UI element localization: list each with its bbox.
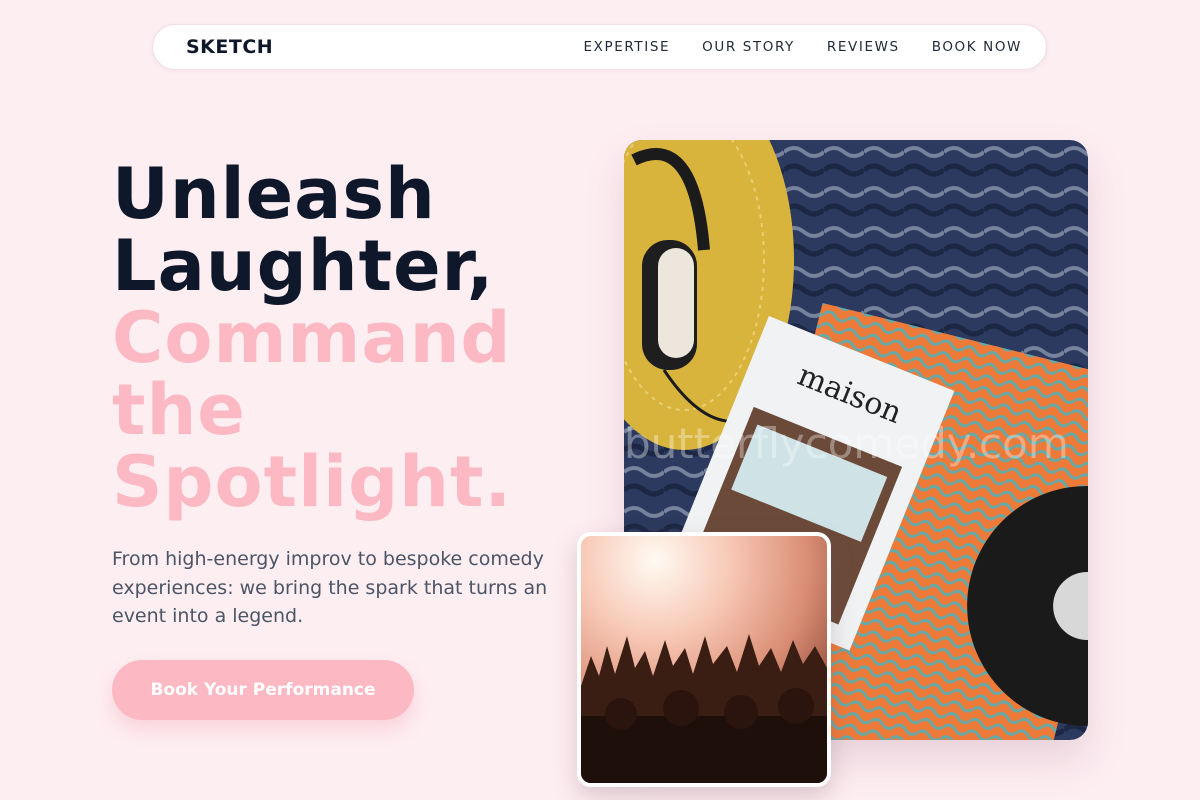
hero-headline: Unleash Laughter, Command the Spotlight. — [112, 158, 582, 518]
nav-link-expertise[interactable]: EXPERTISE — [584, 39, 671, 55]
nav-links: EXPERTISE OUR STORY REVIEWS BOOK NOW — [584, 39, 1022, 55]
headline-line: Unleash — [112, 153, 436, 235]
nav-link-our-story[interactable]: OUR STORY — [702, 39, 795, 55]
headline-line-accent: the — [112, 369, 246, 451]
svg-text:butterflycomedy.com: butterflycomedy.com — [624, 419, 1069, 468]
headline-line-accent: Spotlight. — [112, 441, 513, 523]
hero-lede: From high-energy improv to bespoke comed… — [112, 548, 548, 627]
nav-link-reviews[interactable]: REVIEWS — [827, 39, 900, 55]
top-nav: SKETCH EXPERTISE OUR STORY REVIEWS BOOK … — [152, 24, 1047, 70]
book-performance-button[interactable]: Book Your Performance — [112, 660, 414, 720]
logo[interactable]: SKETCH — [186, 36, 273, 58]
headline-line: Laughter, — [112, 225, 495, 307]
nav-link-book-now[interactable]: BOOK NOW — [932, 39, 1022, 55]
hero-image-concert-crowd — [577, 532, 831, 787]
headline-line-accent: Command — [112, 297, 512, 379]
